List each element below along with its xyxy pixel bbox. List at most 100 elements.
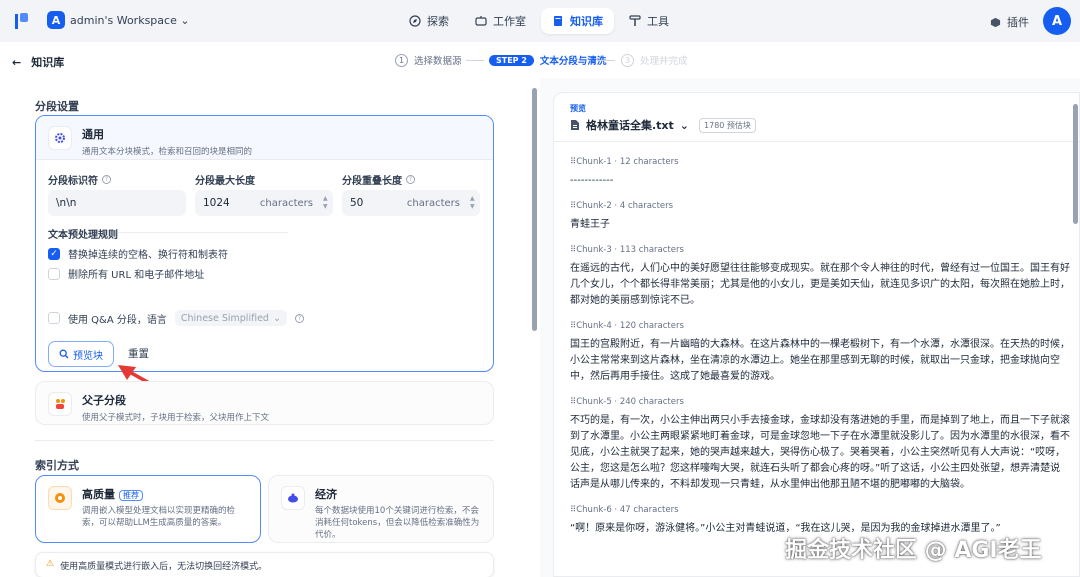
gear-icon	[48, 126, 72, 150]
back-button[interactable]: ← 知识库	[12, 54, 64, 70]
step-3-number: 3	[621, 53, 634, 67]
book-icon	[554, 16, 562, 26]
chunk-item: ⠿Chunk-5 · 240 characters 不巧的是，有一次，小公主伸出…	[570, 397, 1070, 493]
qa-segment-row[interactable]: 使用 Q&A 分段，语言 Chinese Simplified ⌄ ?	[48, 310, 304, 326]
back-label: 知识库	[31, 56, 65, 69]
file-name: 格林童话全集.txt	[586, 119, 674, 132]
general-option-title: 通用	[82, 128, 104, 141]
step-connector	[597, 60, 615, 61]
separator-input[interactable]: \n\n	[48, 190, 186, 216]
chunk-text: 在遥远的古代，人们心中的美好愿望往往能够变成现实。就在那个令人神往的时代，曾经有…	[570, 263, 1070, 306]
parent-child-desc: 使用父子模式时，子块用于检索，父块用作上下文	[82, 413, 270, 423]
left-scrollbar[interactable]	[532, 88, 537, 331]
chunk-title: Chunk-3	[576, 245, 612, 255]
chunk-list: ⠿Chunk-1 · 12 characters ------------ ⠿C…	[570, 157, 1070, 549]
app-logo-icon[interactable]	[14, 12, 30, 30]
checkbox-checked-icon[interactable]: ✓	[48, 247, 60, 260]
general-option-desc: 通用文本分块模式，检索和召回的块是相同的	[82, 147, 253, 157]
general-chunk-option[interactable]: 通用 通用文本分块模式，检索和召回的块是相同的 分段标识符 ? \n\n 分段最…	[35, 115, 494, 372]
recommended-badge: 推荐	[119, 490, 143, 501]
nav-explore-label: 探索	[427, 15, 449, 28]
nav-knowledge-label: 知识库	[570, 15, 603, 28]
language-select[interactable]: Chinese Simplified ⌄	[174, 310, 287, 326]
maxlen-unit: characters	[259, 197, 313, 209]
chunk-title: Chunk-2	[576, 201, 612, 211]
maxlen-input[interactable]: 1024 characters ▲ ▼	[195, 190, 333, 216]
watermark: 掘金技术社区 @ AGI老王	[785, 538, 1042, 563]
chevron-down-icon: ⌄	[180, 14, 190, 27]
help-icon[interactable]: ?	[406, 175, 415, 184]
step-2: STEP 2 文本分段与清洗	[489, 53, 606, 67]
overlap-unit: characters	[406, 197, 460, 209]
cube-icon	[990, 17, 1001, 27]
file-selector[interactable]: 格林童话全集.txt ⌄ 1780 预估块	[570, 117, 756, 133]
preview-label: 预览	[570, 104, 586, 113]
overlap-input[interactable]: 50 characters ▲ ▼	[342, 190, 480, 216]
chunk-title: Chunk-4	[576, 321, 612, 331]
workspace-name: admin's Workspace	[70, 14, 177, 27]
step-header: ← 知识库 1 选择数据源 STEP 2 文本分段与清洗 3 处理并完成	[0, 42, 1080, 78]
main-nav: 探索 工作室 知识库 工具	[398, 8, 680, 34]
plugin-button[interactable]: 插件	[990, 14, 1029, 30]
help-icon[interactable]: ?	[294, 313, 304, 323]
checkbox-icon[interactable]	[48, 312, 60, 324]
help-icon[interactable]: ?	[102, 175, 111, 184]
rule-whitespace-row[interactable]: ✓ 替换掉连续的空格、换行符和制表符	[48, 246, 228, 261]
warning-text: 使用高质量模式进行嵌入后，无法切换回经济模式。	[60, 562, 268, 572]
step-1: 1 选择数据源	[395, 53, 462, 67]
chunk-title: Chunk-5	[576, 397, 612, 407]
checkbox-icon[interactable]	[48, 267, 60, 280]
nav-tools[interactable]: 工具	[618, 8, 680, 34]
nav-studio[interactable]: 工作室	[464, 8, 537, 34]
stepper-icon[interactable]: ▲ ▼	[323, 195, 329, 211]
user-avatar[interactable]: A	[1043, 7, 1071, 35]
workspace-switcher[interactable]: admin's Workspace ⌄	[70, 14, 190, 27]
nav-knowledge[interactable]: 知识库	[541, 8, 614, 34]
chunk-header: ⠿Chunk-3 · 113 characters	[570, 245, 684, 255]
preview-chunks-button[interactable]: 预览块	[48, 341, 114, 367]
nav-studio-label: 工作室	[493, 15, 526, 28]
economy-desc: 每个数据块使用10个关键词进行检索，不会消耗任何tokens，但会以降低检索准确…	[315, 506, 480, 540]
chevron-down-icon: ⌄	[679, 118, 690, 132]
segment-section-title: 分段设置	[35, 100, 79, 113]
chunk-text: ------------	[570, 175, 614, 186]
parent-child-icon	[48, 392, 72, 416]
parent-child-chunk-option[interactable]: 父子分段 使用父子模式时，子块用于检索，父块用作上下文	[35, 381, 494, 425]
separator-label-text: 分段标识符	[48, 176, 98, 187]
piggy-bank-icon	[281, 486, 305, 510]
high-quality-desc: 调用嵌入模型处理文档以实现更精确的检索，可以帮助LLM生成高质量的答案。	[82, 506, 236, 528]
step-2-pill: STEP 2	[489, 54, 534, 66]
step-1-number: 1	[395, 53, 408, 67]
high-quality-index-option[interactable]: 高质量 推荐 调用嵌入模型处理文档以实现更精确的检索，可以帮助LLM生成高质量的答…	[35, 475, 261, 543]
chunk-title: Chunk-1	[576, 157, 612, 167]
high-quality-title-text: 高质量	[82, 488, 115, 501]
step-connector	[466, 60, 484, 61]
economy-index-option[interactable]: 经济 每个数据块使用10个关键词进行检索，不会消耗任何tokens，但会以降低检…	[268, 475, 494, 543]
right-scrollbar[interactable]	[1073, 104, 1078, 224]
chunk-char-count: 12 characters	[619, 157, 679, 167]
divider	[35, 440, 494, 441]
maxlen-label: 分段最大长度	[195, 172, 255, 187]
stepper-icon[interactable]: ▲ ▼	[470, 195, 476, 211]
document-icon	[571, 120, 579, 130]
chevron-down-icon: ⌄	[272, 312, 281, 324]
preview-button-label: 预览块	[73, 350, 103, 362]
separator-label: 分段标识符 ?	[48, 172, 111, 187]
warning-icon: ⚠	[46, 559, 55, 569]
divider	[554, 141, 1079, 142]
maxlen-label-text: 分段最大长度	[195, 176, 255, 187]
language-value: Chinese Simplified	[180, 312, 269, 324]
nav-explore[interactable]: 探索	[398, 8, 460, 34]
overlap-value: 50	[350, 197, 364, 209]
reset-button[interactable]: 重置	[128, 346, 149, 361]
compass-icon	[409, 15, 421, 27]
chunk-item: ⠿Chunk-1 · 12 characters ------------	[570, 157, 1070, 189]
chunk-item: ⠿Chunk-3 · 113 characters 在遥远的古代，人们心中的美好…	[570, 245, 1070, 309]
rule-remove-urls-row[interactable]: 删除所有 URL 和电子邮件地址	[48, 266, 204, 281]
workspace-avatar[interactable]: A	[47, 11, 65, 29]
step-1-label: 选择数据源	[414, 56, 462, 67]
chunk-item: ⠿Chunk-4 · 120 characters 国王的宫殿附近，有一片幽暗的…	[570, 321, 1070, 385]
chunk-char-count: 113 characters	[619, 245, 684, 255]
chunk-text: 国王的宫殿附近，有一片幽暗的大森林。在这片森林中的一棵老椴树下，有一个水潭，水潭…	[570, 339, 1070, 382]
arrow-left-icon: ←	[12, 55, 22, 69]
